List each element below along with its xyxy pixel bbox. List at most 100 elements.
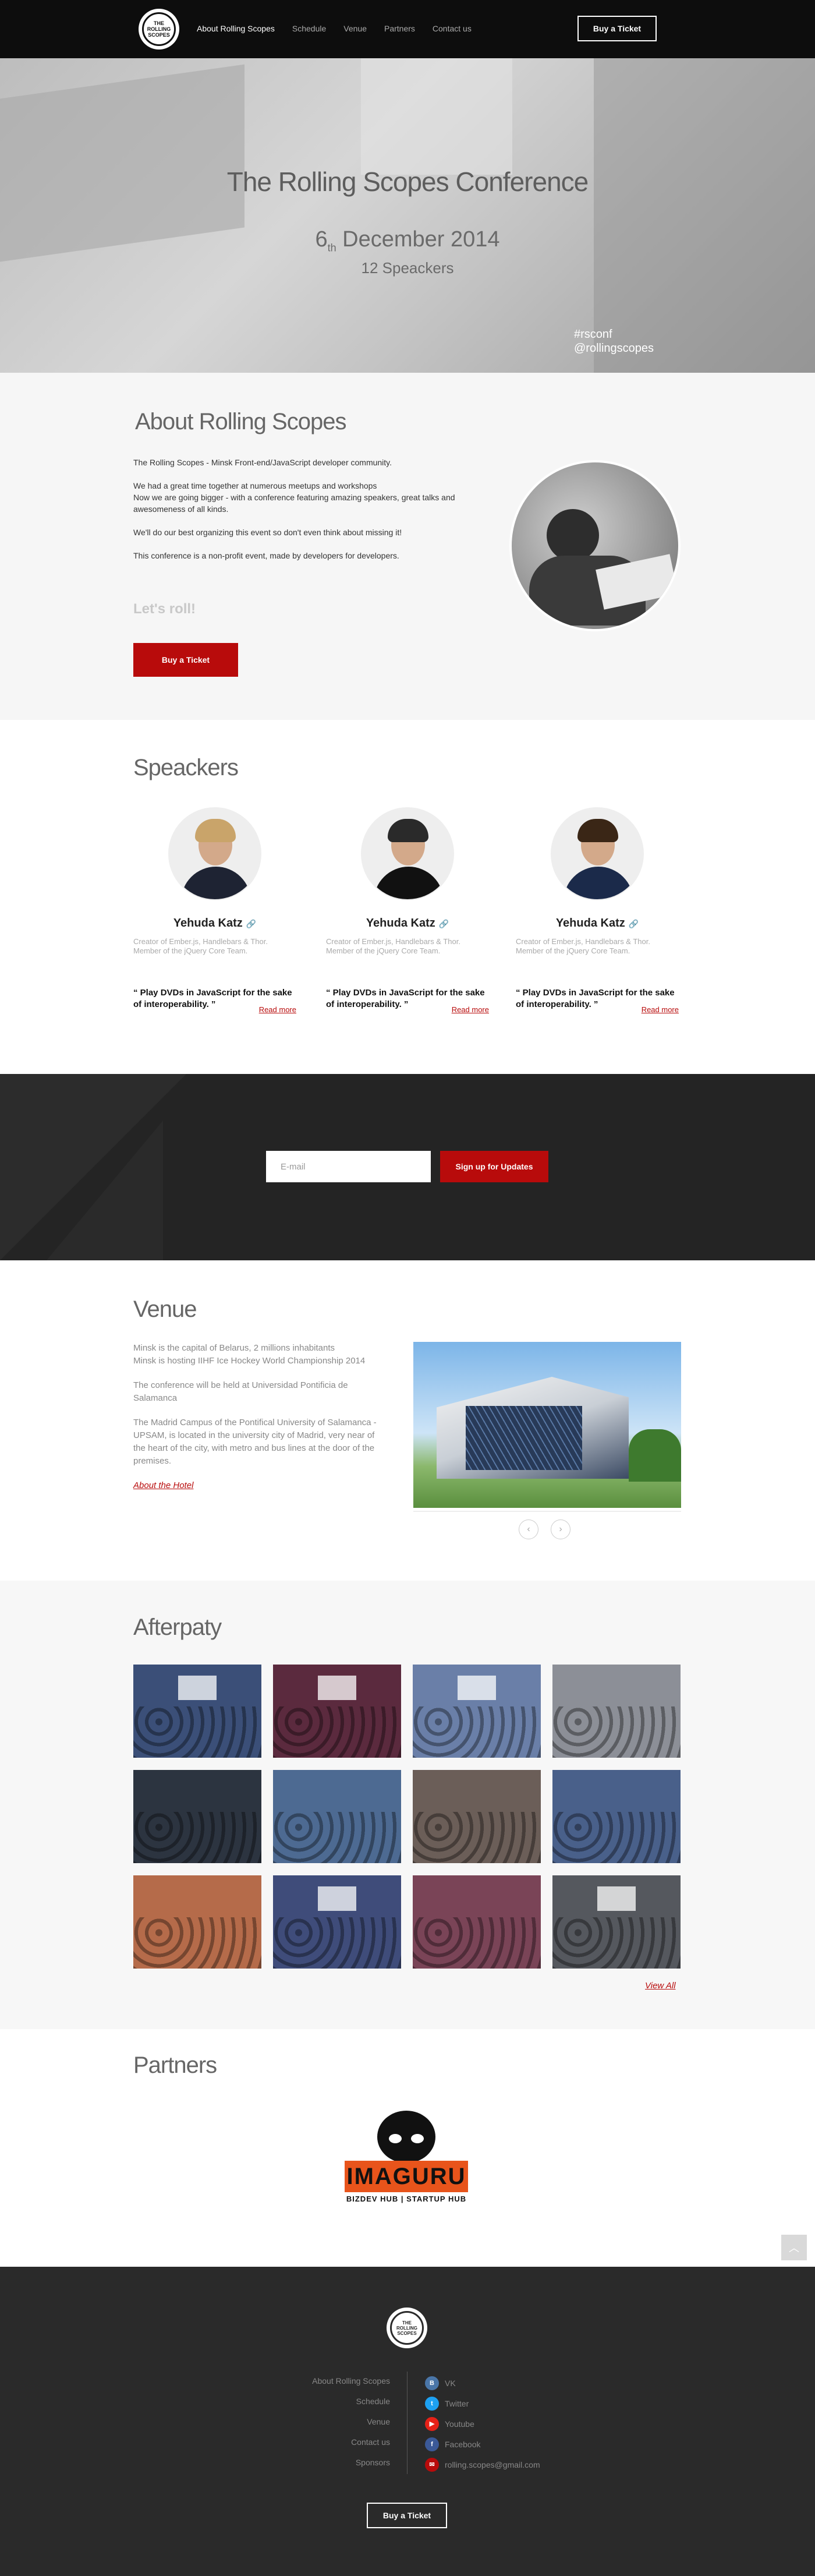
about-paragraph: The Rolling Scopes - Minsk Front-end/Jav… (133, 458, 392, 467)
social-label: Twitter (445, 2398, 469, 2408)
hero-date-day: 6 (315, 227, 328, 252)
lets-roll-text: Let's roll! (133, 601, 196, 617)
social-label: rolling.scopes@gmail.com (445, 2460, 540, 2469)
venue-text: Minsk is the capital of Belarus, 2 milli… (133, 1342, 384, 1492)
twitter-icon: t (425, 2396, 439, 2411)
link-icon[interactable]: 🔗 (629, 919, 639, 928)
partners-section: Partners IMAGURU BIZDEV HUB | STARTUP HU… (0, 2029, 815, 2267)
email-input[interactable]: E-mail (266, 1151, 431, 1182)
footer-link-venue[interactable]: Venue (312, 2416, 390, 2436)
afterparty-section: Afterpaty View All (0, 1581, 815, 2029)
footer-link-schedule[interactable]: Schedule (312, 2395, 390, 2416)
social-facebook[interactable]: f Facebook (425, 2434, 540, 2454)
about-text: The Rolling Scopes - Minsk Front-end/Jav… (133, 457, 477, 573)
view-all-link[interactable]: View All (645, 1981, 676, 1991)
about-buy-ticket-button[interactable]: Buy a Ticket (133, 643, 238, 677)
hero-bg-shape (361, 58, 512, 175)
hero-tags: #rsconf @rollingscopes (574, 327, 654, 355)
main-nav: About Rolling Scopes Schedule Venue Part… (197, 24, 489, 33)
nav-partners[interactable]: Partners (384, 24, 415, 33)
gallery-photo[interactable] (413, 1665, 541, 1758)
venue-paragraph: The Madrid Campus of the Pontifical Univ… (133, 1418, 377, 1466)
footer-buy-ticket-button[interactable]: Buy a Ticket (367, 2503, 447, 2528)
gallery-photo[interactable] (413, 1875, 541, 1969)
gallery-photo[interactable] (552, 1875, 681, 1969)
social-twitter[interactable]: t Twitter (425, 2393, 540, 2414)
afterparty-title: Afterpaty (133, 1614, 222, 1640)
speaker-card: Yehuda Katz 🔗 Creator of Ember.js, Handle… (516, 807, 679, 1014)
gallery-photo[interactable] (552, 1665, 681, 1758)
subscribe-section: E-mail Sign up for Updates (0, 1074, 815, 1260)
about-paragraph: We had a great time together at numerous… (133, 480, 477, 515)
nav-venue[interactable]: Venue (343, 24, 367, 33)
about-hotel-link[interactable]: About the Hotel (133, 1480, 193, 1490)
venue-photo (413, 1342, 681, 1508)
footer-logo[interactable]: THE ROLLING SCOPES (387, 2308, 427, 2348)
venue-title: Venue (133, 1296, 197, 1322)
slider-prev-icon[interactable]: ‹ (519, 1520, 538, 1539)
scroll-to-top-icon[interactable]: ︿ (781, 2235, 807, 2260)
logo-text: THE ROLLING SCOPES (142, 12, 176, 46)
speaker-role: Creator of Ember.js, Handlebars & Thor. … (516, 937, 650, 955)
footer-link-sponsors[interactable]: Sponsors (312, 2457, 390, 2477)
gallery-photo[interactable] (273, 1770, 401, 1863)
hero-date-suffix: th (327, 242, 336, 254)
gallery-photo[interactable] (133, 1770, 261, 1863)
link-icon[interactable]: 🔗 (246, 919, 256, 928)
venue-paragraph: The conference will be held at Universid… (133, 1380, 348, 1403)
hashtag: #rsconf (574, 328, 612, 341)
speaker-read-more-link[interactable]: Read more (259, 1005, 296, 1014)
speaker-name: Yehuda Katz 🔗 (516, 917, 679, 930)
speaker-role: Creator of Ember.js, Handlebars & Thor. … (326, 937, 460, 955)
photo-gallery (133, 1665, 682, 1969)
hero-date-rest: December 2014 (342, 227, 500, 252)
site-header: THE ROLLING SCOPES About Rolling Scopes … (0, 0, 815, 58)
speaker-avatar[interactable] (168, 807, 261, 900)
social-email[interactable]: ✉ rolling.scopes@gmail.com (425, 2454, 540, 2475)
partner-logo-sub: BIZDEV HUB | STARTUP HUB (346, 2195, 467, 2203)
gallery-photo[interactable] (133, 1665, 261, 1758)
about-title: About Rolling Scopes (135, 409, 346, 434)
nav-about[interactable]: About Rolling Scopes (197, 24, 275, 33)
speaker-avatar[interactable] (551, 807, 644, 900)
partners-title: Partners (133, 2052, 217, 2078)
footer-links: About Rolling Scopes Schedule Venue Cont… (312, 2375, 390, 2477)
speaker-avatar[interactable] (361, 807, 454, 900)
signup-updates-button[interactable]: Sign up for Updates (440, 1151, 548, 1182)
venue-section: Venue Minsk is the capital of Belarus, 2… (0, 1260, 815, 1581)
speaker-read-more-link[interactable]: Read more (452, 1005, 489, 1014)
gallery-photo[interactable] (413, 1770, 541, 1863)
hero-date: 6th December 2014 (0, 227, 815, 255)
speakers-section: Speackers Yehuda Katz 🔗 Creator of Ember.… (0, 720, 815, 1074)
venue-line: Minsk is hosting IIHF Ice Hockey World C… (133, 1356, 366, 1366)
slider-next-icon[interactable]: › (551, 1520, 570, 1539)
speaker-name: Yehuda Katz 🔗 (326, 917, 489, 930)
site-logo[interactable]: THE ROLLING SCOPES (139, 9, 179, 50)
speakers-title: Speackers (133, 755, 239, 780)
about-paragraph: This conference is a non-profit event, m… (133, 551, 399, 560)
link-icon[interactable]: 🔗 (439, 919, 449, 928)
footer-link-about[interactable]: About Rolling Scopes (312, 2375, 390, 2395)
social-label: Facebook (445, 2439, 481, 2449)
footer-logo-text: THE ROLLING SCOPES (390, 2311, 424, 2345)
gallery-photo[interactable] (273, 1665, 401, 1758)
speaker-name-text: Yehuda Katz (173, 917, 243, 930)
nav-contact[interactable]: Contact us (433, 24, 472, 33)
footer-link-contact[interactable]: Contact us (312, 2436, 390, 2457)
social-links: B VK t Twitter ▶ Youtube f Facebook ✉ rolling… (425, 2373, 540, 2475)
gallery-photo[interactable] (273, 1875, 401, 1969)
twitter-handle: @rollingscopes (574, 342, 654, 355)
speaker-name-text: Yehuda Katz (555, 917, 625, 930)
header-buy-ticket-button[interactable]: Buy a Ticket (577, 16, 657, 41)
speaker-card: Yehuda Katz 🔗 Creator of Ember.js, Handle… (326, 807, 489, 1014)
vk-icon: B (425, 2376, 439, 2390)
hero-title: The Rolling Scopes Conference (226, 167, 589, 197)
gallery-photo[interactable] (133, 1875, 261, 1969)
imaguru-logo[interactable]: IMAGURU BIZDEV HUB | STARTUP HUB (345, 2111, 468, 2206)
slider-track (413, 1511, 681, 1512)
social-vk[interactable]: B VK (425, 2373, 540, 2393)
speaker-read-more-link[interactable]: Read more (642, 1005, 679, 1014)
gallery-photo[interactable] (552, 1770, 681, 1863)
social-youtube[interactable]: ▶ Youtube (425, 2414, 540, 2434)
nav-schedule[interactable]: Schedule (292, 24, 326, 33)
